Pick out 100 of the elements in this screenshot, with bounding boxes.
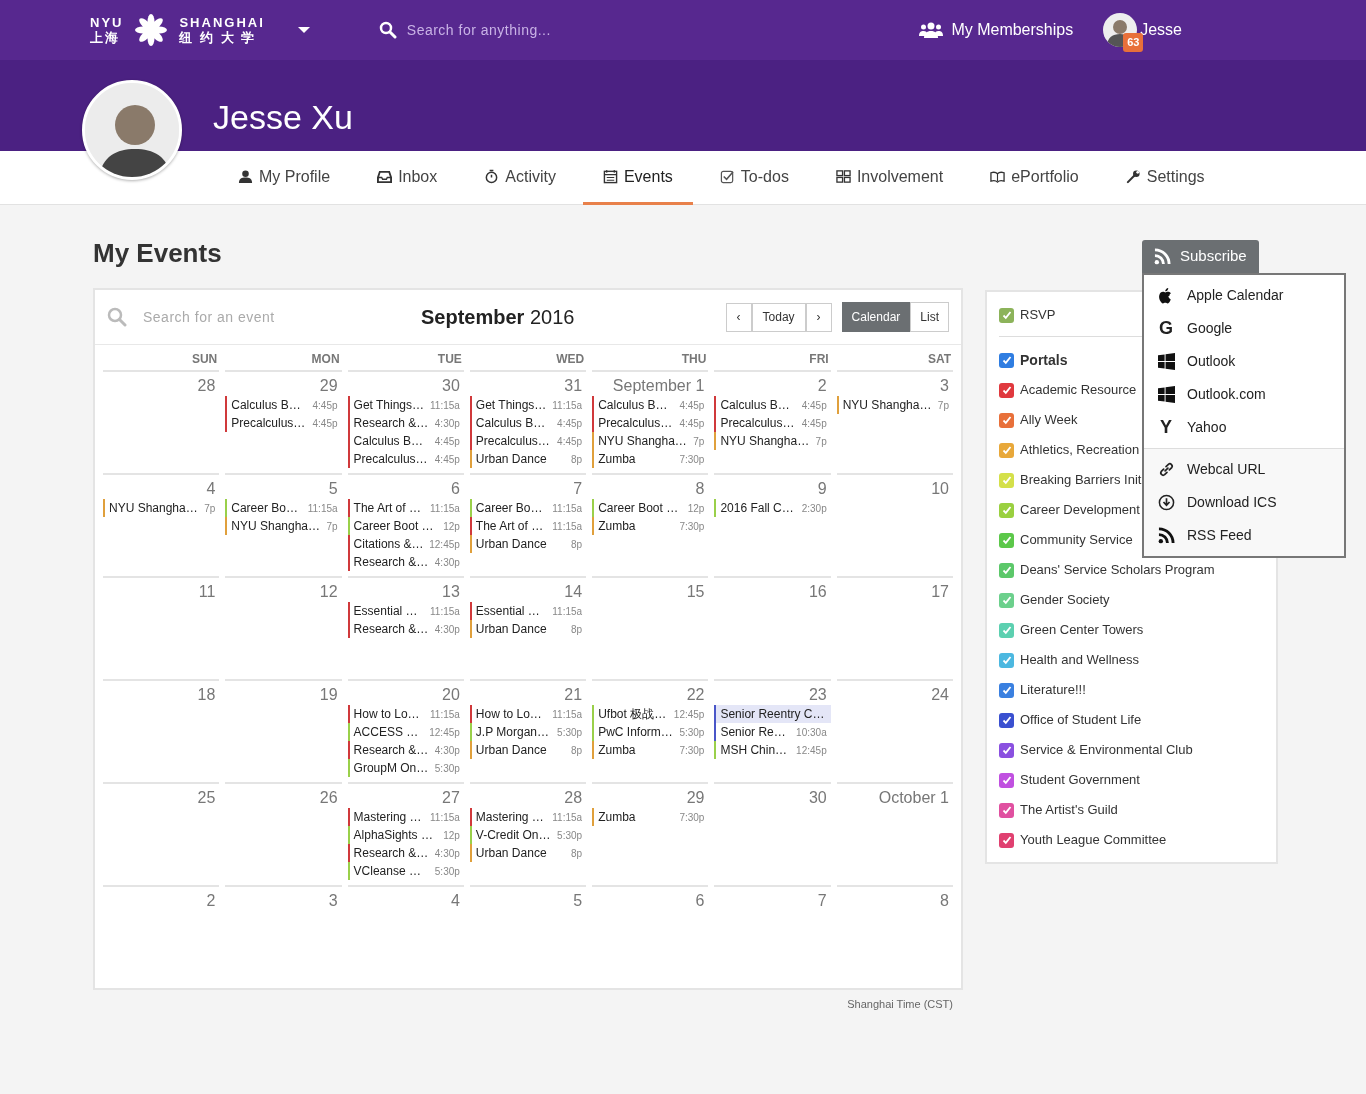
filter-checkbox[interactable]: Career Development — [999, 495, 1140, 525]
calendar-event[interactable]: Career Bo… 11:15a — [225, 499, 342, 517]
filter-checkbox[interactable]: Health and Wellness — [999, 645, 1139, 675]
checkbox[interactable] — [999, 772, 1014, 788]
menu-item[interactable]: RSS Feed — [1144, 519, 1344, 552]
calendar-event[interactable]: ACCESS … 12:45p — [347, 723, 464, 741]
checkbox[interactable] — [999, 742, 1014, 758]
calendar-event[interactable]: GroupM On… 5:30p — [347, 759, 464, 777]
checkbox[interactable] — [999, 622, 1014, 638]
calendar-event[interactable]: Calculus B… 4:45p — [592, 396, 709, 414]
calendar-event[interactable]: VCleanse … 5:30p — [347, 862, 464, 880]
filter-checkbox[interactable]: Youth League Committee — [999, 825, 1167, 855]
calendar-event[interactable]: How to Lo… 11:15a — [347, 705, 464, 723]
calendar-event[interactable]: PwC Inform… 5:30p — [592, 723, 709, 741]
calendar-event[interactable]: NYU Shangha… 7p — [592, 432, 709, 450]
filter-checkbox[interactable]: Office of Student Life — [999, 705, 1142, 735]
calendar-event[interactable]: Precalculus… 4:45p — [592, 414, 709, 432]
filter-checkbox[interactable]: Athletics, Recreation — [999, 435, 1140, 465]
checkbox[interactable] — [999, 682, 1014, 698]
calendar-event[interactable]: Ufbot 极战… 12:45p — [592, 705, 709, 723]
checkbox[interactable] — [999, 352, 1014, 368]
calendar-event[interactable]: Precalculus… 4:45p — [469, 432, 587, 450]
previous-button[interactable]: ‹ — [725, 302, 752, 332]
calendar-event[interactable]: Get Things… 11:15a — [469, 396, 587, 414]
nav-tab[interactable]: Events — [582, 151, 693, 205]
calendar-event[interactable]: J.P Morgan… 5:30p — [469, 723, 587, 741]
checkbox[interactable] — [999, 532, 1014, 548]
calendar-event[interactable]: Urban Dance 8p — [469, 535, 587, 553]
calendar-event[interactable]: Career Boot … 12p — [592, 499, 709, 517]
calendar-event[interactable]: Essential … 11:15a — [347, 602, 464, 620]
calendar-event[interactable]: MSH Chin… 12:45p — [714, 741, 831, 759]
calendar-event[interactable]: Precalculus… 4:45p — [714, 414, 831, 432]
filter-checkbox[interactable]: Literature!!! — [999, 675, 1086, 705]
calendar-event[interactable]: 2016 Fall C… 2:30p — [714, 499, 831, 517]
calendar-event[interactable]: Research &… 4:30p — [347, 741, 464, 759]
calendar-event[interactable]: Precalculus… 4:45p — [347, 450, 464, 468]
checkbox[interactable] — [999, 442, 1014, 458]
menu-item[interactable]: Download ICS — [1144, 486, 1344, 519]
next-button[interactable]: › — [805, 302, 832, 332]
calendar-event[interactable]: Get Things… 11:15a — [347, 396, 464, 414]
checkbox[interactable] — [999, 472, 1014, 488]
checkbox[interactable] — [999, 382, 1014, 398]
calendar-event[interactable]: Career Bo… 11:15a — [469, 499, 587, 517]
calendar-event[interactable]: Citations &… 12:45p — [347, 535, 464, 553]
calendar-event[interactable]: How to Lo… 11:15a — [469, 705, 587, 723]
filter-checkbox[interactable]: Breaking Barriers Init — [999, 465, 1142, 495]
calendar-event[interactable]: Senior Re… 10:30a — [714, 723, 831, 741]
calendar-event[interactable]: The Art of … 11:15a — [347, 499, 464, 517]
nav-tab[interactable]: Involvement — [815, 151, 964, 205]
calendar-event[interactable]: Senior Reentry C… — [714, 705, 831, 723]
checkbox[interactable] — [999, 502, 1014, 518]
checkbox[interactable] — [999, 412, 1014, 428]
view-toggle[interactable]: Calendar — [841, 302, 911, 332]
filter-checkbox[interactable]: Gender Society — [999, 585, 1110, 615]
menu-item[interactable]: Y Yahoo — [1144, 411, 1344, 444]
filter-checkbox[interactable]: Service & Environmental Club — [999, 735, 1193, 765]
calendar-event[interactable]: Calculus B… 4:45p — [469, 414, 587, 432]
calendar-event[interactable]: Zumba 7:30p — [592, 517, 709, 535]
view-toggle[interactable]: List — [910, 302, 949, 332]
calendar-event[interactable]: Urban Dance 8p — [469, 844, 587, 862]
memberships-link[interactable]: My Memberships — [919, 18, 1074, 42]
calendar-event[interactable]: Research &… 4:30p — [347, 844, 464, 862]
nav-tab[interactable]: ePortfolio — [970, 151, 1099, 205]
filter-checkbox[interactable]: The Artist's Guild — [999, 795, 1118, 825]
filter-checkbox[interactable]: Ally Week — [999, 405, 1078, 435]
checkbox[interactable] — [999, 832, 1014, 848]
search-field[interactable]: Search for anything... — [404, 18, 705, 42]
nav-tab[interactable]: Inbox — [357, 151, 458, 205]
calendar-event[interactable]: Research &… 4:30p — [347, 414, 464, 432]
calendar-event[interactable]: Precalculus… 4:45p — [225, 414, 342, 432]
calendar-event[interactable]: Career Boot … 12p — [347, 517, 464, 535]
menu-item[interactable]: G Google — [1144, 312, 1344, 345]
calendar-event[interactable]: NYU Shangha… 7p — [225, 517, 342, 535]
calendar-event[interactable]: Mastering … 11:15a — [347, 808, 464, 826]
caret-icon[interactable] — [296, 26, 311, 34]
calendar-event[interactable]: The Art of … 11:15a — [469, 517, 587, 535]
calendar-event[interactable]: Urban Dance 8p — [469, 620, 587, 638]
calendar-event[interactable]: NYU Shangha… 7p — [103, 499, 220, 517]
calendar-event[interactable]: Urban Dance 8p — [469, 741, 587, 759]
menu-item[interactable]: Outlook — [1144, 345, 1344, 378]
calendar-event[interactable]: NYU Shangha… 7p — [836, 396, 953, 414]
calendar-event[interactable]: Calculus B… 4:45p — [347, 432, 464, 450]
checkbox[interactable] — [999, 652, 1014, 668]
calendar-event[interactable]: Zumba 7:30p — [592, 450, 709, 468]
calendar-event[interactable]: Calculus B… 4:45p — [714, 396, 831, 414]
filter-checkbox[interactable]: Deans' Service Scholars Program — [999, 555, 1215, 585]
checkbox[interactable] — [999, 307, 1014, 323]
filter-checkbox[interactable]: Community Service — [999, 525, 1133, 555]
calendar-event[interactable]: Research &… 4:30p — [347, 553, 464, 571]
menu-item[interactable]: Apple Calendar — [1144, 279, 1344, 312]
nav-tab[interactable]: Activity — [464, 151, 576, 205]
today-button[interactable]: Today — [751, 302, 806, 332]
calendar-event[interactable]: AlphaSights … 12p — [347, 826, 464, 844]
filter-checkbox[interactable]: Green Center Towers — [999, 615, 1144, 645]
filter-checkbox[interactable]: RSVP — [999, 300, 1056, 330]
nav-tab[interactable]: To-dos — [699, 151, 809, 205]
checkbox[interactable] — [999, 712, 1014, 728]
calendar-event[interactable]: Urban Dance 8p — [469, 450, 587, 468]
filter-checkbox[interactable]: Student Government — [999, 765, 1140, 795]
calendar-event[interactable]: Mastering … 11:15a — [469, 808, 587, 826]
